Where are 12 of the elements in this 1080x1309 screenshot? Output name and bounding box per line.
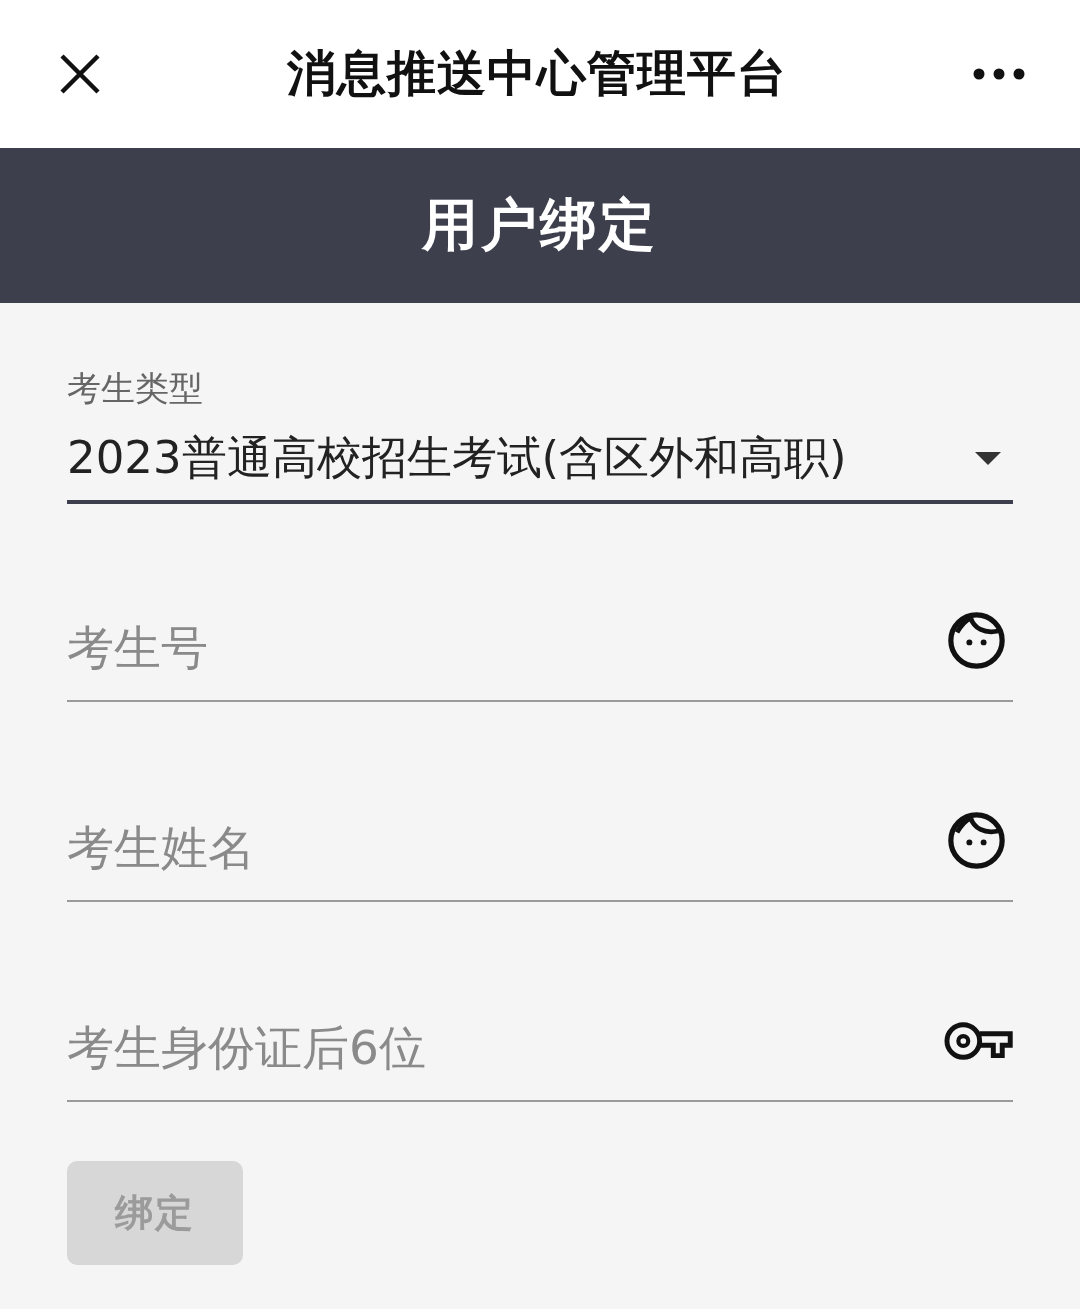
input-field[interactable]: 考生姓名: [67, 818, 948, 878]
input-field[interactable]: 考生身份证后6位: [67, 1018, 944, 1078]
page-title: 用户绑定: [422, 190, 658, 259]
input-field[interactable]: 考生号: [67, 618, 948, 678]
face-icon: [948, 611, 1005, 669]
select-field[interactable]: 考生类型 2023普通高校招生考试(含区外和高职): [67, 368, 1013, 504]
more-icon[interactable]: [973, 68, 1025, 80]
caret-icon: [975, 451, 1001, 465]
close-icon[interactable]: [60, 54, 100, 94]
key-icon: [944, 1022, 1013, 1060]
app-title: 消息推送中心管理平台: [286, 44, 787, 104]
face-icon: [948, 811, 1005, 869]
